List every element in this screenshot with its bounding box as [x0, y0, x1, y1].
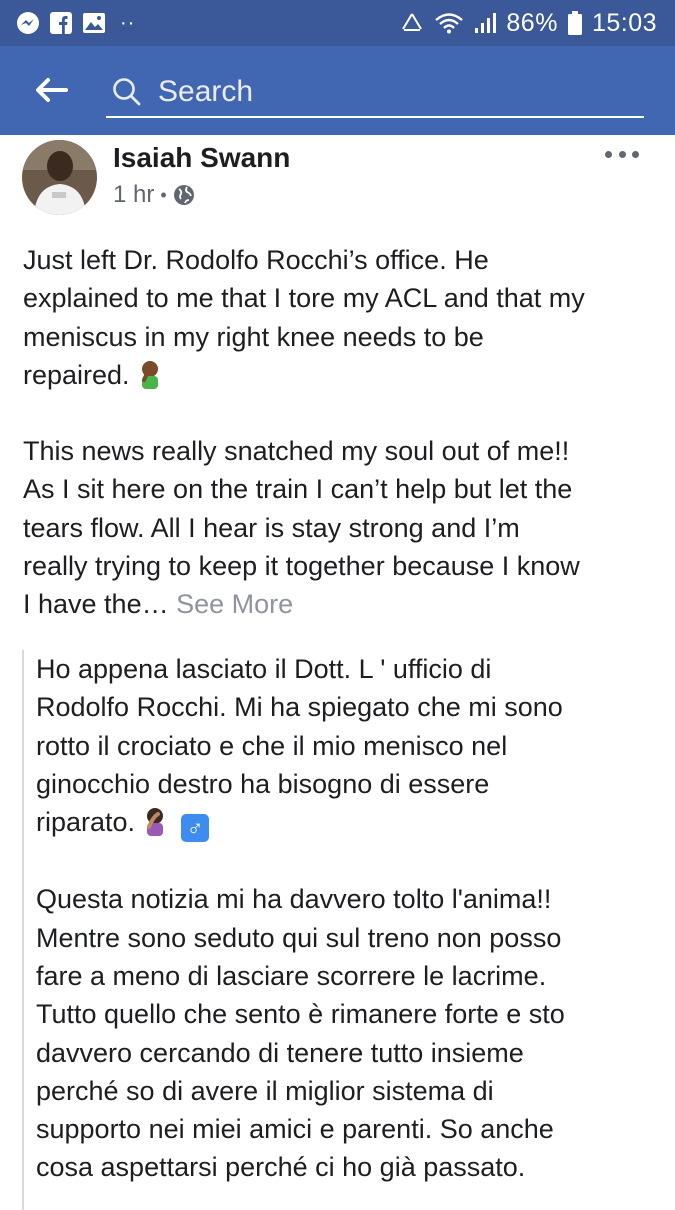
wifi-icon [434, 12, 464, 34]
male-sign-icon: ♂ [181, 814, 210, 843]
facepalm-emoji-icon [141, 360, 158, 389]
post-body: Just left Dr. Rodolfo Rocchi’s office. H… [23, 241, 659, 624]
search-input[interactable]: Search [106, 68, 644, 118]
dot-icon [618, 150, 626, 158]
translation-line: ginocchio destro ha bisogno di essere [36, 768, 490, 799]
avatar[interactable] [22, 140, 97, 215]
status-bar-right: 86% 15:03 [400, 9, 657, 38]
translation-line: fare a meno di lasciare scorrere le lacr… [36, 960, 547, 991]
translation-paragraph-1: Ho appena lasciato il Dott. L ' ufficio … [36, 650, 662, 843]
post-meta: 1 hr • [113, 181, 195, 209]
translation-line-last: riparato. ♂ [36, 803, 662, 843]
translation-line: Tutto quello che sento è rimanere forte … [36, 999, 565, 1030]
meta-separator: • [160, 184, 167, 205]
globe-icon [173, 184, 195, 206]
status-bar: ·· 86% 15:03 [0, 0, 675, 46]
post-line-last: I have the… See More [23, 585, 659, 623]
clock: 15:03 [591, 8, 657, 37]
more-notifications-icon: ·· [120, 11, 136, 34]
post-header: Isaiah Swann 1 hr • [0, 135, 675, 225]
translation-line: cosa aspettarsi perché ci ho già passato… [36, 1152, 526, 1183]
dot-icon [605, 150, 612, 158]
translation-block: Ho appena lasciato il Dott. L ' ufficio … [22, 650, 662, 1210]
battery-percent: 86% [506, 8, 558, 37]
translation-line: Mentre sono seduto qui sul treno non pos… [36, 922, 562, 953]
messenger-icon [16, 11, 40, 35]
translation-line: davvero cercando di tenere tutto insieme [36, 1037, 524, 1068]
translation-line: Questa notizia mi ha davvero tolto l'ani… [36, 884, 552, 915]
post-line-last: repaired. [23, 356, 659, 394]
translation-line: supporto nei miei amici e parenti. So an… [36, 1114, 554, 1145]
translation-line: rotto il crociato e che il mio menisco n… [36, 730, 508, 761]
translation-text: Ho appena lasciato il Dott. L ' ufficio … [36, 650, 662, 1187]
post-line: meniscus in my right knee needs to be [23, 321, 484, 352]
translation-paragraph-2: Questa notizia mi ha davvero tolto l'ani… [36, 880, 662, 1186]
post-line: really trying to keep it together becaus… [23, 551, 580, 582]
status-bar-left: ·· [16, 11, 135, 35]
back-arrow-icon [36, 78, 68, 102]
post-line-text: repaired. [23, 359, 130, 390]
post-author[interactable]: Isaiah Swann [113, 142, 290, 174]
see-more-link[interactable]: See More [176, 589, 293, 619]
translation-line: Ho appena lasciato il Dott. L ' ufficio … [36, 654, 492, 684]
post-options-button[interactable] [605, 147, 639, 161]
post-line: tears flow. All I hear is stay strong an… [23, 512, 520, 543]
facebook-icon [50, 12, 72, 34]
post-line-text: I have the… [23, 589, 169, 620]
facepalm-emoji-icon [147, 808, 164, 837]
post-line: This news really snatched my soul out of… [23, 436, 570, 467]
post-paragraph-1: Just left Dr. Rodolfo Rocchi’s office. H… [23, 241, 659, 394]
recycle-icon [400, 12, 424, 34]
search-icon [112, 77, 142, 107]
signal-icon [474, 12, 497, 34]
post-line: explained to me that I tore my ACL and t… [23, 283, 585, 314]
translation-line: Rodolfo Rocchi. Mi ha spiegato che mi so… [36, 692, 563, 723]
translation-line-text: riparato. [36, 807, 136, 838]
search-header: Search [0, 46, 675, 135]
post-line: Just left Dr. Rodolfo Rocchi’s office. H… [23, 245, 489, 275]
post-time[interactable]: 1 hr [113, 181, 154, 209]
translation-line: perché so di avere il miglior sistema di [36, 1075, 494, 1106]
dot-icon [632, 150, 639, 158]
post-paragraph-2: This news really snatched my soul out of… [23, 432, 659, 623]
battery-icon [567, 11, 582, 35]
post-line: As I sit here on the train I can’t help … [23, 474, 573, 505]
back-button[interactable] [28, 72, 74, 108]
gallery-icon [82, 12, 106, 34]
search-placeholder: Search [158, 75, 254, 108]
